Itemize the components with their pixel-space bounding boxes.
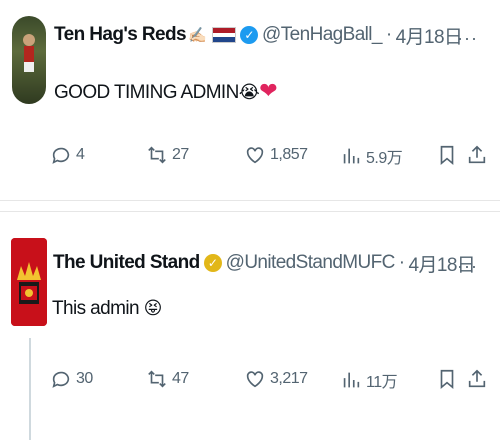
like-count: 1,857 [270,146,308,163]
avatar[interactable] [11,238,47,326]
bookmark-button[interactable] [436,368,462,390]
like-button[interactable]: 3,217 [244,368,308,390]
share-icon [468,145,486,164]
like-icon [246,371,264,388]
tweet-1[interactable]: Ten Hag's Reds ✍🏻 ✓ @TenHagBall_ · 4月18日… [0,0,500,200]
display-name[interactable]: The United Stand [53,252,200,274]
action-bar: 30 47 3,217 11万 [0,368,500,398]
timestamp[interactable]: 4月18日 [396,22,463,49]
tweet-header: The United Stand ✓ @UnitedStandMUFC · 4月… [53,250,476,276]
reply-button[interactable]: 4 [50,144,85,166]
repost-count: 27 [172,146,189,163]
share-button[interactable] [466,368,492,390]
reply-count: 30 [76,370,93,387]
view-count: 5.9万 [366,150,403,167]
share-icon [468,369,486,388]
handle[interactable]: @UnitedStandMUFC [226,252,396,274]
avatar-image [23,34,35,72]
tweet-2[interactable]: The United Stand ✓ @UnitedStandMUFC · 4月… [0,212,500,440]
like-icon [246,147,264,164]
tweet-body: This admin [52,298,140,319]
avatar-image [11,238,47,326]
separator-dot: · [398,252,405,273]
tweet-body: GOOD TIMING ADMIN [54,82,239,103]
hand-icon: ✍🏻 [187,27,207,44]
bookmark-icon [440,369,454,390]
reply-button[interactable]: 30 [50,368,93,390]
repost-button[interactable]: 27 [146,144,189,166]
verified-badge-icon[interactable]: ✓ [240,26,259,44]
repost-icon [148,370,166,388]
bookmark-button[interactable] [436,144,462,166]
tweet-divider [0,200,500,212]
tweet-text: This admin 😝 [52,298,162,320]
more-options-icon[interactable]: ··· [457,28,478,49]
tongue-face-icon: 😝 [143,298,163,318]
handle[interactable]: @TenHagBall_ [262,24,382,46]
repost-button[interactable]: 47 [146,368,189,390]
display-name[interactable]: Ten Hag's Reds [54,24,187,46]
heart-icon: ❤ [259,78,278,103]
repost-icon [148,146,166,164]
separator-dot: · [385,24,392,45]
gold-verified-badge-icon[interactable]: ✓ [203,254,222,272]
reply-icon [52,147,70,164]
action-bar: 4 27 1,857 5.9万 [0,144,500,174]
like-count: 3,217 [270,370,308,387]
crying-face-icon: 😭 [238,82,260,102]
netherlands-flag-icon [212,27,237,43]
like-button[interactable]: 1,857 [244,144,308,166]
tweet-text: GOOD TIMING ADMIN😭❤ [54,78,278,104]
views-button[interactable]: 11万 [340,368,398,392]
views-button[interactable]: 5.9万 [340,144,403,168]
views-icon [343,372,360,388]
repost-count: 47 [172,370,189,387]
bookmark-icon [440,145,454,166]
tweet-header: Ten Hag's Reds ✍🏻 ✓ @TenHagBall_ · 4月18日 [54,22,463,49]
more-options-icon[interactable]: ··· [457,256,478,277]
avatar[interactable] [12,16,46,104]
views-icon [343,148,360,164]
reply-count: 4 [76,146,85,163]
view-count: 11万 [366,374,398,391]
share-button[interactable] [466,144,492,166]
reply-icon [52,371,70,388]
